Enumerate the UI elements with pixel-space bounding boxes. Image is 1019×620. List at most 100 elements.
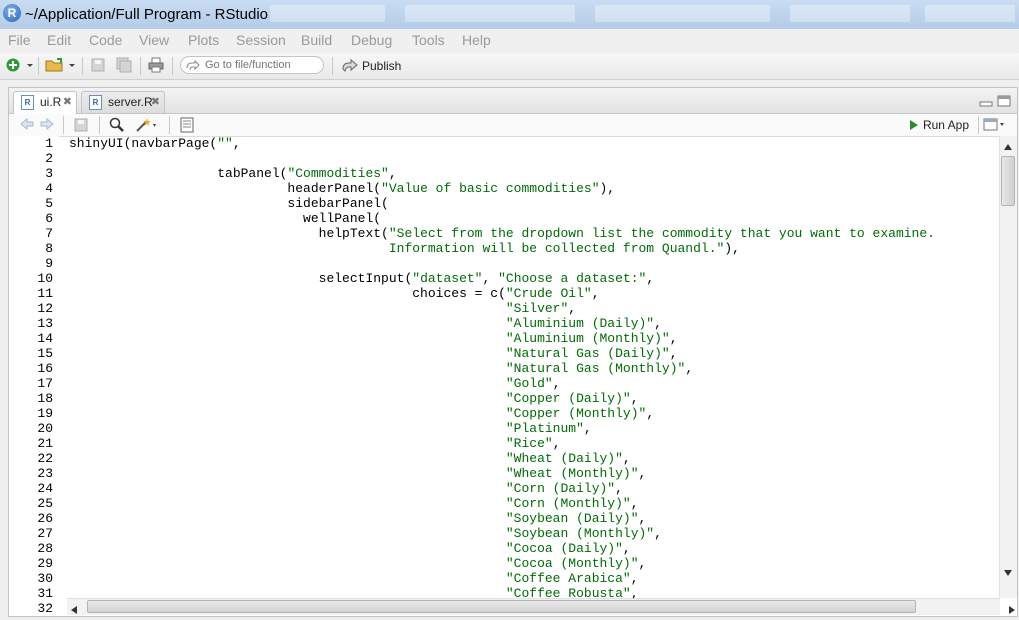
code-line: "Natural Gas (Monthly)",	[505, 361, 694, 376]
code-line: headerPanel("Value of basic commodities"…	[69, 181, 616, 196]
code-line: selectInput("dataset", "Choose a dataset…	[69, 271, 655, 286]
line-number: 12	[37, 301, 53, 316]
code-line: "Cocoa (Daily)",	[505, 541, 631, 556]
code-line: "Natural Gas (Daily)",	[505, 346, 678, 361]
scroll-thumb[interactable]	[87, 600, 916, 613]
code-line: Information will be collected from Quand…	[69, 241, 740, 256]
code-line: "Aluminium (Monthly)",	[505, 331, 678, 346]
line-number: 31	[37, 586, 53, 601]
r-file-icon: R	[89, 95, 102, 110]
menu-session[interactable]: Session	[236, 32, 286, 48]
source-pane: R ui.R ✖ R server.R ✖ Run App 1 2 3 4 5 …	[8, 87, 1018, 617]
code-line: choices = c("Crude Oil",	[69, 286, 600, 301]
tab-label: ui.R	[40, 95, 62, 109]
toolbar-divider	[978, 116, 979, 134]
background-window-tab	[925, 5, 1015, 22]
code-line: "Coffee Robusta",	[505, 586, 639, 598]
search-icon[interactable]	[109, 117, 125, 138]
line-number: 20	[37, 421, 53, 436]
save-all-icon[interactable]	[116, 57, 132, 73]
menu-build[interactable]: Build	[301, 32, 332, 48]
code-editor[interactable]: shinyUI(navbarPage("", tabPanel("Commodi…	[69, 136, 994, 598]
scroll-right-icon[interactable]	[1008, 602, 1016, 620]
minimize-pane-icon[interactable]	[979, 94, 993, 112]
save-icon[interactable]	[73, 117, 89, 138]
code-line: "Platinum",	[505, 421, 592, 436]
scroll-thumb[interactable]	[1001, 156, 1015, 206]
line-number: 25	[37, 496, 53, 511]
run-app-button[interactable]: Run App	[909, 116, 969, 134]
menu-file[interactable]: File	[8, 32, 31, 48]
menu-help[interactable]: Help	[462, 32, 491, 48]
toolbar-divider	[99, 116, 100, 134]
tab-server-r[interactable]: R server.R ✖	[81, 91, 165, 113]
line-number: 26	[37, 511, 53, 526]
menu-bar: File Edit Code View Plots Session Build …	[0, 29, 1019, 51]
arrow-right-icon	[186, 59, 200, 71]
main-toolbar: Publish	[0, 53, 1019, 80]
line-number: 17	[37, 376, 53, 391]
menu-debug[interactable]: Debug	[351, 32, 392, 48]
menu-edit[interactable]: Edit	[47, 32, 71, 48]
play-icon	[909, 120, 918, 130]
code-line: "Soybean (Daily)",	[505, 511, 647, 526]
publish-button[interactable]: Publish	[340, 57, 401, 75]
tab-ui-r[interactable]: R ui.R ✖	[13, 91, 77, 114]
line-number: 14	[37, 331, 53, 346]
scroll-up-icon[interactable]	[1003, 138, 1013, 156]
publish-label: Publish	[362, 59, 402, 73]
code-line: "Silver",	[505, 301, 577, 316]
line-number: 9	[45, 256, 53, 271]
line-number: 21	[37, 436, 53, 451]
toolbar-divider	[332, 57, 333, 75]
menu-tools[interactable]: Tools	[412, 32, 445, 48]
background-window-tab	[595, 5, 770, 22]
line-number: 1	[45, 136, 53, 151]
compile-notebook-icon[interactable]	[179, 117, 195, 138]
code-line: "Wheat (Daily)",	[505, 451, 631, 466]
line-number: 22	[37, 451, 53, 466]
print-icon[interactable]	[148, 57, 164, 73]
code-line: "Wheat (Monthly)",	[505, 466, 647, 481]
code-line: "Corn (Daily)",	[505, 481, 623, 496]
line-number: 23	[37, 466, 53, 481]
back-arrow-icon[interactable]	[19, 117, 35, 136]
maximize-pane-icon[interactable]	[997, 94, 1011, 112]
save-icon[interactable]	[90, 57, 106, 73]
scroll-left-icon[interactable]	[70, 602, 78, 620]
scroll-down-icon[interactable]	[1003, 564, 1013, 582]
menu-code[interactable]: Code	[89, 32, 122, 48]
line-number: 8	[45, 241, 53, 256]
code-line: "Copper (Monthly)",	[505, 406, 655, 421]
vertical-scrollbar[interactable]	[999, 136, 1017, 598]
go-to-file-input[interactable]	[180, 56, 324, 74]
forward-arrow-icon[interactable]	[39, 117, 55, 136]
tab-label: server.R	[108, 95, 153, 109]
menu-plots[interactable]: Plots	[188, 32, 219, 48]
open-folder-icon[interactable]	[45, 57, 65, 73]
close-icon[interactable]: ✖	[63, 92, 72, 112]
chevron-down-icon[interactable]	[25, 57, 35, 73]
line-number: 6	[45, 211, 53, 226]
chevron-down-icon[interactable]	[67, 57, 77, 73]
line-number: 4	[45, 181, 53, 196]
line-number: 7	[45, 226, 53, 241]
code-line: shinyUI(navbarPage("",	[69, 136, 241, 151]
toolbar-divider	[82, 57, 83, 75]
line-number: 13	[37, 316, 53, 331]
toolbar-divider	[169, 116, 170, 134]
magic-wand-icon[interactable]	[135, 117, 157, 138]
close-icon[interactable]: ✖	[151, 92, 160, 112]
line-number: 2	[45, 151, 53, 166]
rstudio-logo-icon: R	[3, 4, 21, 22]
new-file-icon[interactable]	[5, 57, 21, 73]
code-line: sidebarPanel(	[69, 196, 389, 211]
horizontal-scrollbar[interactable]	[67, 598, 1015, 615]
window-title: ~/Application/Full Program - RStudio	[25, 6, 269, 23]
code-line: "Corn (Monthly)",	[505, 496, 639, 511]
document-outline-icon[interactable]	[983, 118, 1005, 137]
menu-view[interactable]: View	[139, 32, 169, 48]
line-number: 3	[45, 166, 53, 181]
line-number: 29	[37, 556, 53, 571]
publish-icon	[342, 59, 358, 72]
